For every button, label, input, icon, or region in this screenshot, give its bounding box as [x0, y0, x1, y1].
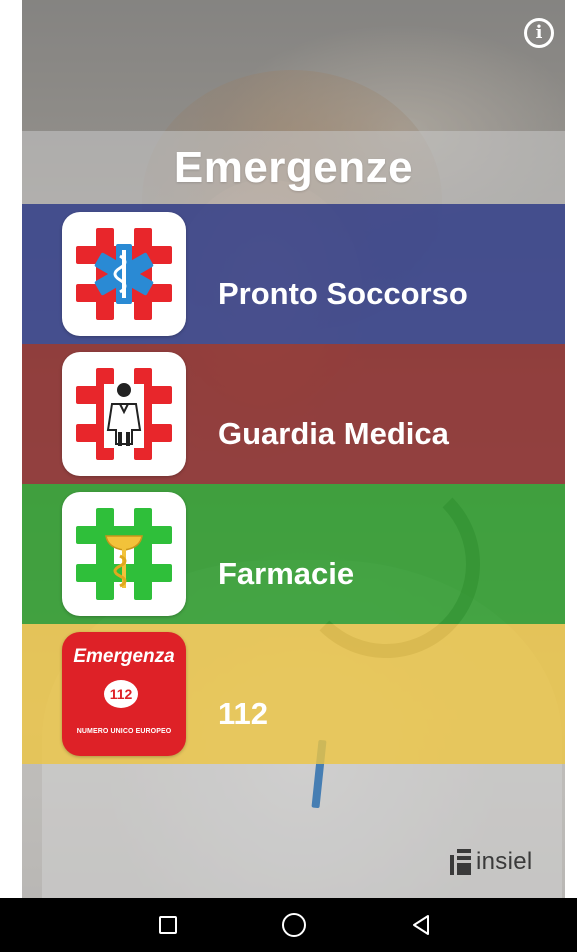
- insiel-logo: insiel: [450, 848, 533, 876]
- menu-item-guardia-medica[interactable]: Guardia Medica: [22, 344, 565, 484]
- info-icon[interactable]: i: [524, 18, 554, 48]
- icon-112-title: Emergenza: [73, 646, 175, 667]
- menu-item-112[interactable]: Emergenza 112 NUMERO UNICO EUROPEO 112: [22, 624, 565, 764]
- menu-item-label: Pronto Soccorso: [218, 276, 468, 311]
- app-screen: i Emergenze Pronto Soccorso Guardia Medi…: [22, 0, 565, 952]
- menu-item-farmacie[interactable]: Farmacie: [22, 484, 565, 624]
- bottom-area: [22, 764, 565, 898]
- menu-item-pronto-soccorso[interactable]: Pronto Soccorso: [22, 204, 565, 344]
- emergenza-112-icon: Emergenza 112 NUMERO UNICO EUROPEO: [62, 632, 186, 756]
- title-band: Emergenze: [22, 131, 565, 204]
- recents-icon[interactable]: [138, 898, 198, 952]
- back-icon[interactable]: [391, 898, 451, 952]
- menu-item-label: Guardia Medica: [218, 416, 449, 451]
- icon-112-badge: 112: [104, 680, 138, 708]
- guardia-medica-icon: [62, 352, 186, 476]
- insiel-logo-mark: [450, 849, 472, 875]
- brand-name: insiel: [476, 848, 533, 875]
- home-icon[interactable]: [264, 898, 324, 952]
- farmacie-icon: [62, 492, 186, 616]
- menu-item-label: Farmacie: [218, 556, 355, 591]
- android-navigation-bar: [0, 898, 577, 952]
- page-title: Emergenze: [173, 142, 414, 192]
- pronto-soccorso-icon: [62, 212, 186, 336]
- icon-112-caption: NUMERO UNICO EUROPEO: [76, 728, 172, 735]
- menu-item-label: 112: [218, 696, 269, 731]
